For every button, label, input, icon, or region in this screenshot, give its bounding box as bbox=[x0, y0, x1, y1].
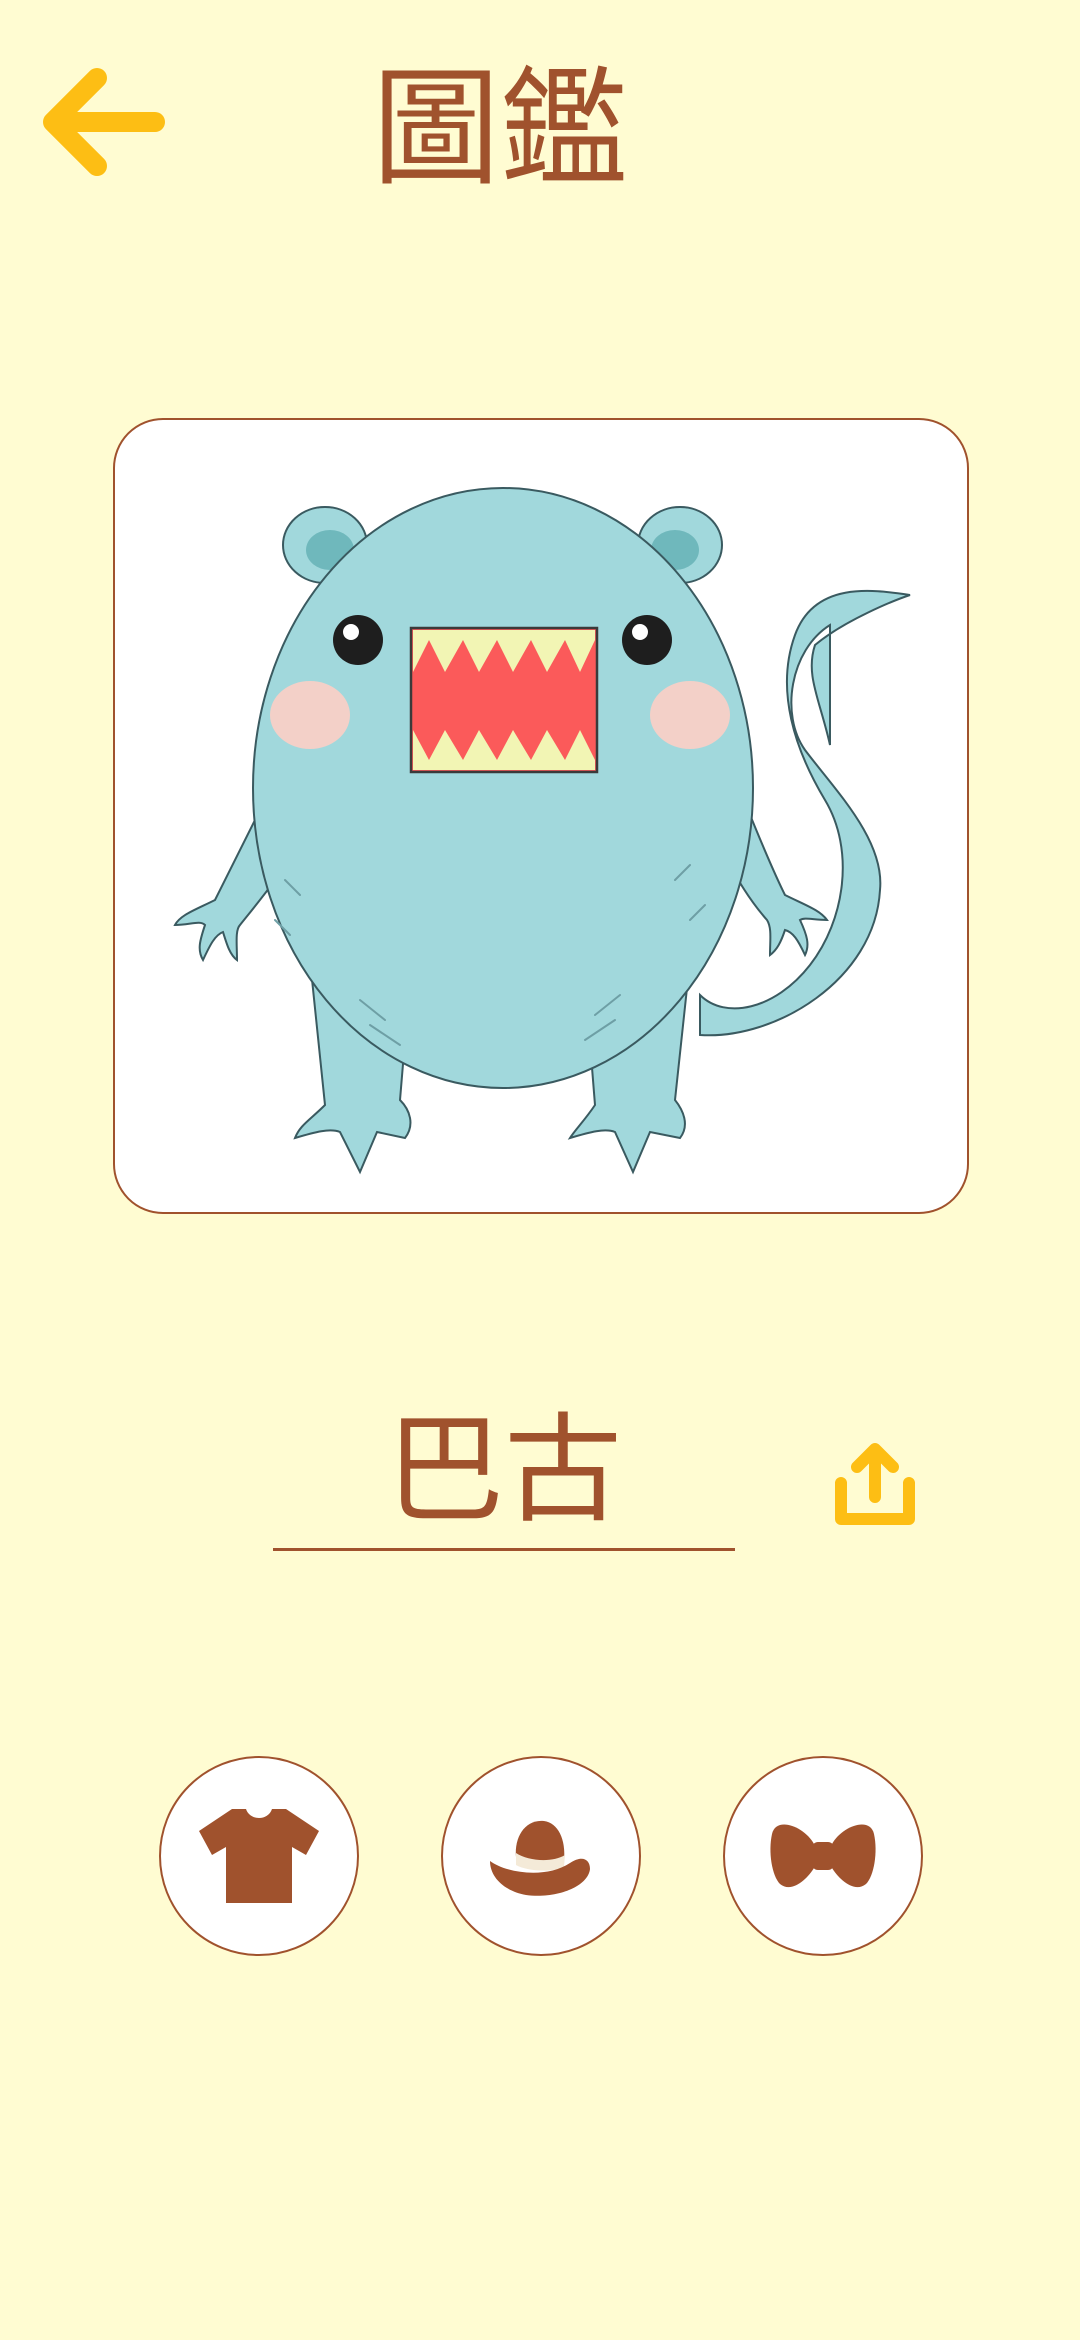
hat-button[interactable] bbox=[441, 1756, 641, 1956]
bowtie-icon bbox=[770, 1824, 876, 1888]
page-title: 圖鑑 bbox=[371, 55, 628, 204]
back-button[interactable] bbox=[30, 55, 170, 185]
arrow-left-icon bbox=[43, 68, 165, 176]
creature-illustration bbox=[173, 487, 911, 1175]
shirt-button[interactable] bbox=[159, 1756, 359, 1956]
bowtie-button[interactable] bbox=[723, 1756, 923, 1956]
creature-card bbox=[113, 418, 969, 1214]
share-upload-icon bbox=[835, 1443, 915, 1525]
tshirt-icon bbox=[199, 1809, 319, 1903]
hat-icon bbox=[490, 1820, 590, 1896]
share-button[interactable] bbox=[820, 1430, 930, 1540]
creature-name[interactable]: 巴古 bbox=[273, 1395, 735, 1551]
